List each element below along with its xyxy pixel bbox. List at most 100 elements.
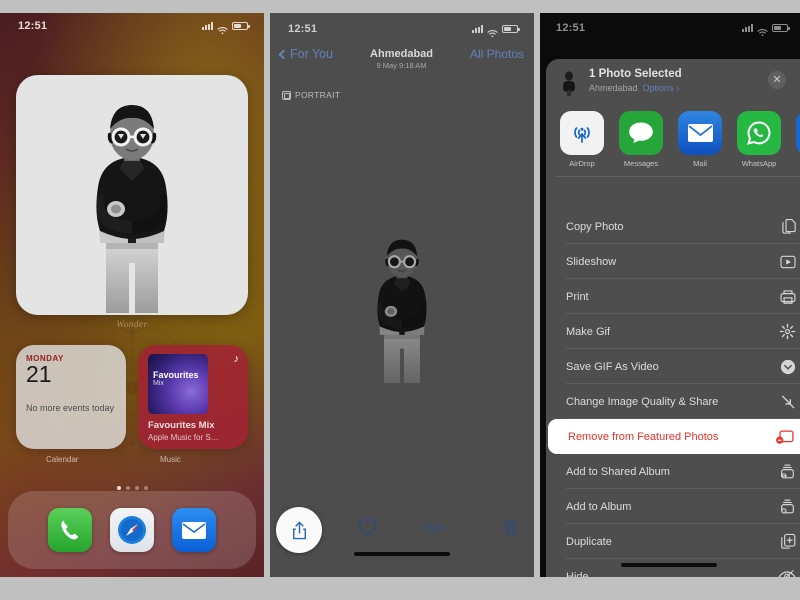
share-target-label: Mail <box>693 159 707 168</box>
dock-app-safari[interactable] <box>110 508 154 552</box>
trash-icon <box>504 519 517 535</box>
music-widget[interactable]: ♪ Favourites Mix Favourites Mix Apple Mu… <box>138 345 248 449</box>
action-label: Print <box>566 290 589 303</box>
share-target-messages[interactable]: Messages <box>619 111 663 168</box>
envelope-icon <box>678 111 722 155</box>
action-slideshow[interactable]: Slideshow <box>546 244 800 279</box>
remove-rect-icon <box>775 429 794 445</box>
action-label: Make Gif <box>566 325 611 338</box>
status-bar: 12:51 <box>0 13 264 39</box>
action-copy-photo[interactable]: Copy Photo <box>546 209 800 244</box>
back-button[interactable]: For You <box>278 47 334 61</box>
share-target-facetime[interactable]: Fac <box>796 111 800 168</box>
album-art-subtitle: Mix <box>153 380 164 387</box>
cellular-bars-icon <box>202 22 213 30</box>
close-button[interactable]: ✕ <box>768 71 786 89</box>
home-indicator <box>621 563 718 567</box>
status-bar: 12:51 <box>540 17 800 39</box>
action-change-image-quality-and-share[interactable]: Change Image Quality & Share <box>546 384 800 419</box>
dock <box>8 491 256 569</box>
envelope-icon <box>182 521 206 539</box>
photo-location-title: Ahmedabad <box>370 48 434 60</box>
back-button-label: For You <box>290 47 334 61</box>
delete-button[interactable] <box>503 518 518 541</box>
arrow-shrink-icon <box>780 394 796 410</box>
status-time: 12:51 <box>288 23 318 35</box>
facetime-icon <box>796 111 800 155</box>
status-bar: 12:51 <box>270 17 534 41</box>
share-sheet-header-text: 1 Photo Selected Ahmedabad Options › <box>589 68 682 107</box>
dock-app-phone[interactable] <box>48 508 92 552</box>
action-label: Duplicate <box>566 535 612 548</box>
action-label: Hide <box>566 570 589 578</box>
calendar-widget[interactable]: MONDAY 21 No more events today <box>16 345 126 449</box>
music-title: Favourites Mix <box>148 420 215 431</box>
share-icon <box>292 521 306 539</box>
wifi-icon <box>487 25 498 37</box>
chevron-left-icon <box>278 49 289 59</box>
play-rect-icon <box>780 255 796 269</box>
photos-widget[interactable] <box>16 75 248 315</box>
cellular-bars-icon <box>472 25 483 33</box>
action-hide[interactable]: Hide <box>546 559 800 577</box>
duplicate-icon <box>780 533 796 550</box>
action-save-gif-as-video[interactable]: Save GIF As Video <box>546 349 800 384</box>
printer-icon <box>780 289 796 305</box>
share-target-airdrop[interactable]: AirDrop <box>560 111 604 168</box>
cellular-bars-icon <box>742 24 753 32</box>
all-photos-button[interactable]: All Photos <box>470 47 524 61</box>
portrait-badge[interactable]: PORTRAIT <box>282 90 340 100</box>
calendar-widget-label: Calendar <box>46 455 79 464</box>
share-target-label: Messages <box>623 159 659 168</box>
portrait-badge-label: PORTRAIT <box>295 90 341 100</box>
nav-title-group: Ahmedabad 9 May 9:18 AM <box>370 48 433 70</box>
screenshot-stage: Wonder 12:51 MONDAY 21 No more events to… <box>0 0 800 600</box>
page-dots[interactable] <box>0 486 264 490</box>
message-bubble-icon <box>619 111 663 155</box>
action-make-gif[interactable]: Make Gif <box>546 314 800 349</box>
selection-title: 1 Photo Selected <box>589 68 682 80</box>
action-remove-from-featured-photos[interactable]: Remove from Featured Photos <box>548 419 800 454</box>
album-art: Favourites Mix <box>148 354 208 414</box>
action-print[interactable]: Print <box>546 279 800 314</box>
action-label: Add to Album <box>566 500 632 513</box>
action-label: Slideshow <box>566 255 617 268</box>
action-add-to-album[interactable]: Add to Album <box>546 489 800 524</box>
iphone-home-screen-panel: Wonder 12:51 MONDAY 21 No more events to… <box>0 13 264 577</box>
share-target-mail[interactable]: Mail <box>678 111 722 168</box>
navigation-bar: For You Ahmedabad 9 May 9:18 AM All Phot… <box>270 47 534 81</box>
music-subtitle: Apple Music for S… <box>148 433 219 442</box>
calendar-events: No more events today <box>26 403 115 413</box>
photo-toolbar: Edit <box>270 507 534 563</box>
battery-icon <box>232 22 250 30</box>
wallpaper-word: Wonder <box>116 319 148 329</box>
download-circle-icon <box>780 359 796 375</box>
favorite-button[interactable] <box>358 518 377 541</box>
photo-subject <box>16 75 248 315</box>
compass-icon <box>118 516 146 544</box>
action-add-to-shared-album[interactable]: Add to Shared Album <box>546 454 800 489</box>
airdrop-icon <box>560 111 604 155</box>
options-button[interactable]: Options › <box>643 83 680 93</box>
dock-app-mail[interactable] <box>172 508 216 552</box>
action-label: Save GIF As Video <box>566 360 659 373</box>
photo-canvas[interactable] <box>270 113 534 507</box>
shared-album-icon <box>779 463 796 480</box>
widgets-row: MONDAY 21 No more events today ♪ Favouri… <box>16 345 248 449</box>
portrait-cube-icon <box>282 90 291 100</box>
share-button[interactable] <box>276 507 322 553</box>
music-note-icon: ♪ <box>233 353 240 365</box>
heart-icon <box>358 518 377 536</box>
photo-datetime: 9 May 9:18 AM <box>376 61 427 70</box>
add-album-icon <box>779 498 796 515</box>
share-target-whatsapp[interactable]: WhatsApp <box>737 111 781 168</box>
edit-button[interactable]: Edit <box>424 521 445 535</box>
action-label: Copy Photo <box>566 220 624 233</box>
copy-icon <box>781 218 796 235</box>
whatsapp-icon <box>737 111 781 155</box>
action-duplicate[interactable]: Duplicate <box>546 524 800 559</box>
selection-location: Ahmedabad <box>589 83 638 93</box>
share-target-label: WhatsApp <box>741 159 777 168</box>
share-sheet-header: 1 Photo Selected Ahmedabad Options › ✕ <box>546 59 800 107</box>
wifi-icon <box>757 24 768 36</box>
